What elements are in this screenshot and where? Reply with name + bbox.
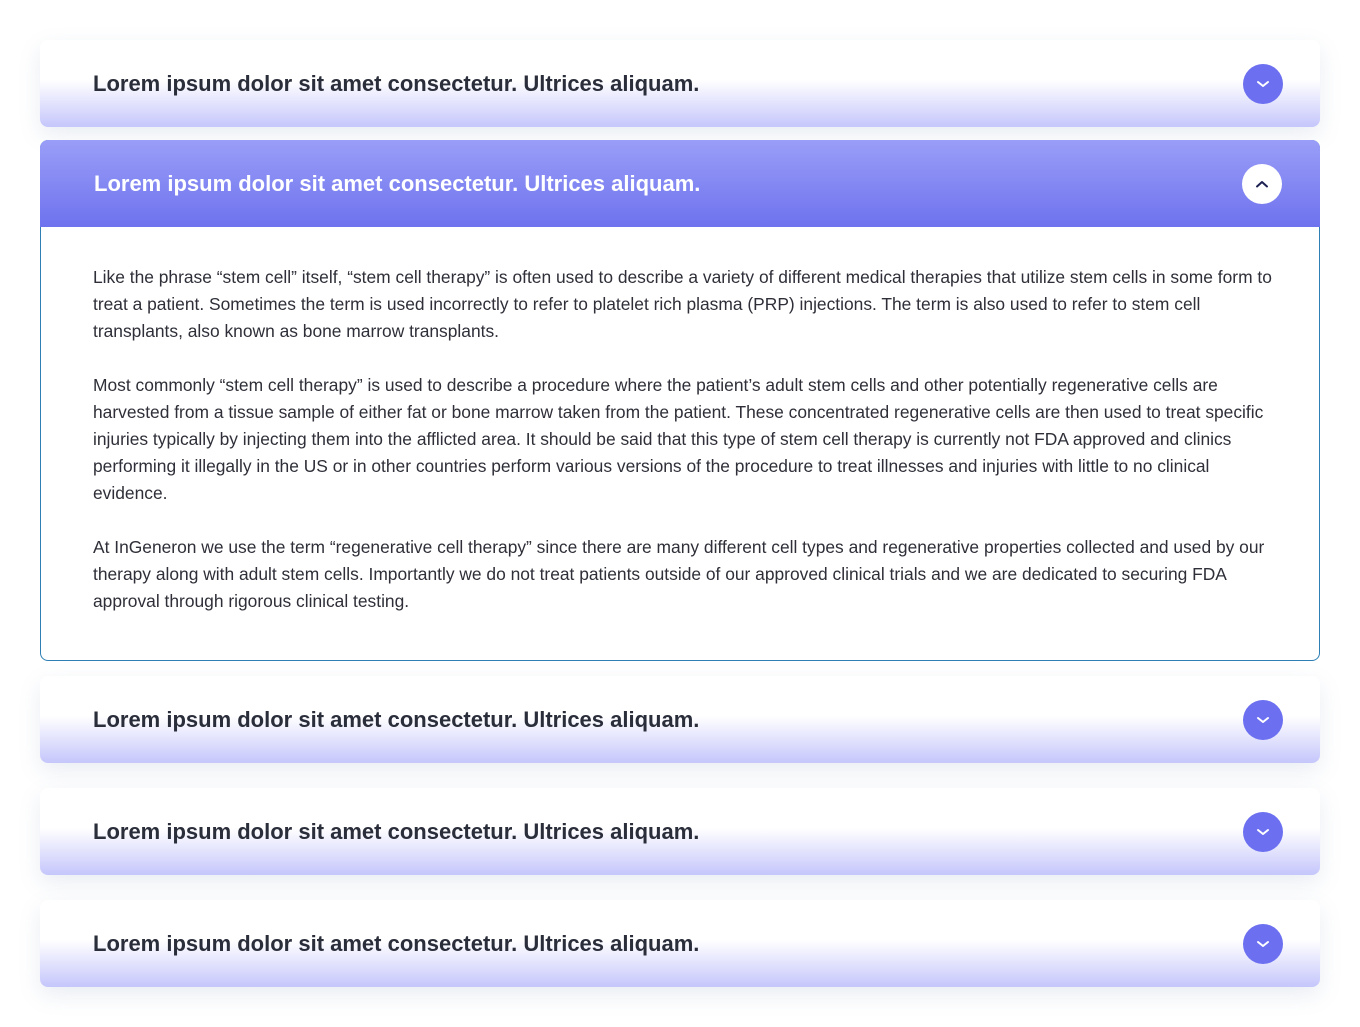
faq-item[interactable]: Lorem ipsum dolor sit amet consectetur. …	[40, 676, 1320, 763]
expand-button[interactable]	[1243, 700, 1283, 740]
chevron-down-icon	[1257, 717, 1269, 723]
faq-question[interactable]: Lorem ipsum dolor sit amet consectetur. …	[93, 40, 699, 127]
expand-button[interactable]	[1243, 64, 1283, 104]
faq-question[interactable]: Lorem ipsum dolor sit amet consectetur. …	[94, 140, 700, 227]
expand-button[interactable]	[1243, 924, 1283, 964]
faq-answer: Like the phrase “stem cell” itself, “ste…	[41, 227, 1319, 660]
chevron-down-icon	[1257, 941, 1269, 947]
faq-question[interactable]: Lorem ipsum dolor sit amet consectetur. …	[93, 788, 699, 875]
faq-item[interactable]: Lorem ipsum dolor sit amet consectetur. …	[40, 900, 1320, 987]
faq-item[interactable]: Lorem ipsum dolor sit amet consectetur. …	[40, 40, 1320, 127]
faq-item-header[interactable]: Lorem ipsum dolor sit amet consectetur. …	[40, 140, 1320, 227]
answer-paragraph: At InGeneron we use the term “regenerati…	[93, 537, 1265, 611]
chevron-up-icon	[1256, 181, 1268, 188]
faq-item-expanded[interactable]: Lorem ipsum dolor sit amet consectetur. …	[40, 140, 1320, 661]
answer-paragraph: Most commonly “stem cell therapy” is use…	[93, 375, 1264, 503]
collapse-button[interactable]	[1242, 164, 1282, 204]
expand-button[interactable]	[1243, 812, 1283, 852]
faq-item[interactable]: Lorem ipsum dolor sit amet consectetur. …	[40, 788, 1320, 875]
answer-paragraph: Like the phrase “stem cell” itself, “ste…	[93, 267, 1272, 341]
chevron-down-icon	[1257, 829, 1269, 835]
faq-accordion: Lorem ipsum dolor sit amet consectetur. …	[40, 40, 1320, 987]
chevron-down-icon	[1257, 81, 1269, 87]
faq-question[interactable]: Lorem ipsum dolor sit amet consectetur. …	[93, 900, 699, 987]
faq-question[interactable]: Lorem ipsum dolor sit amet consectetur. …	[93, 676, 699, 763]
